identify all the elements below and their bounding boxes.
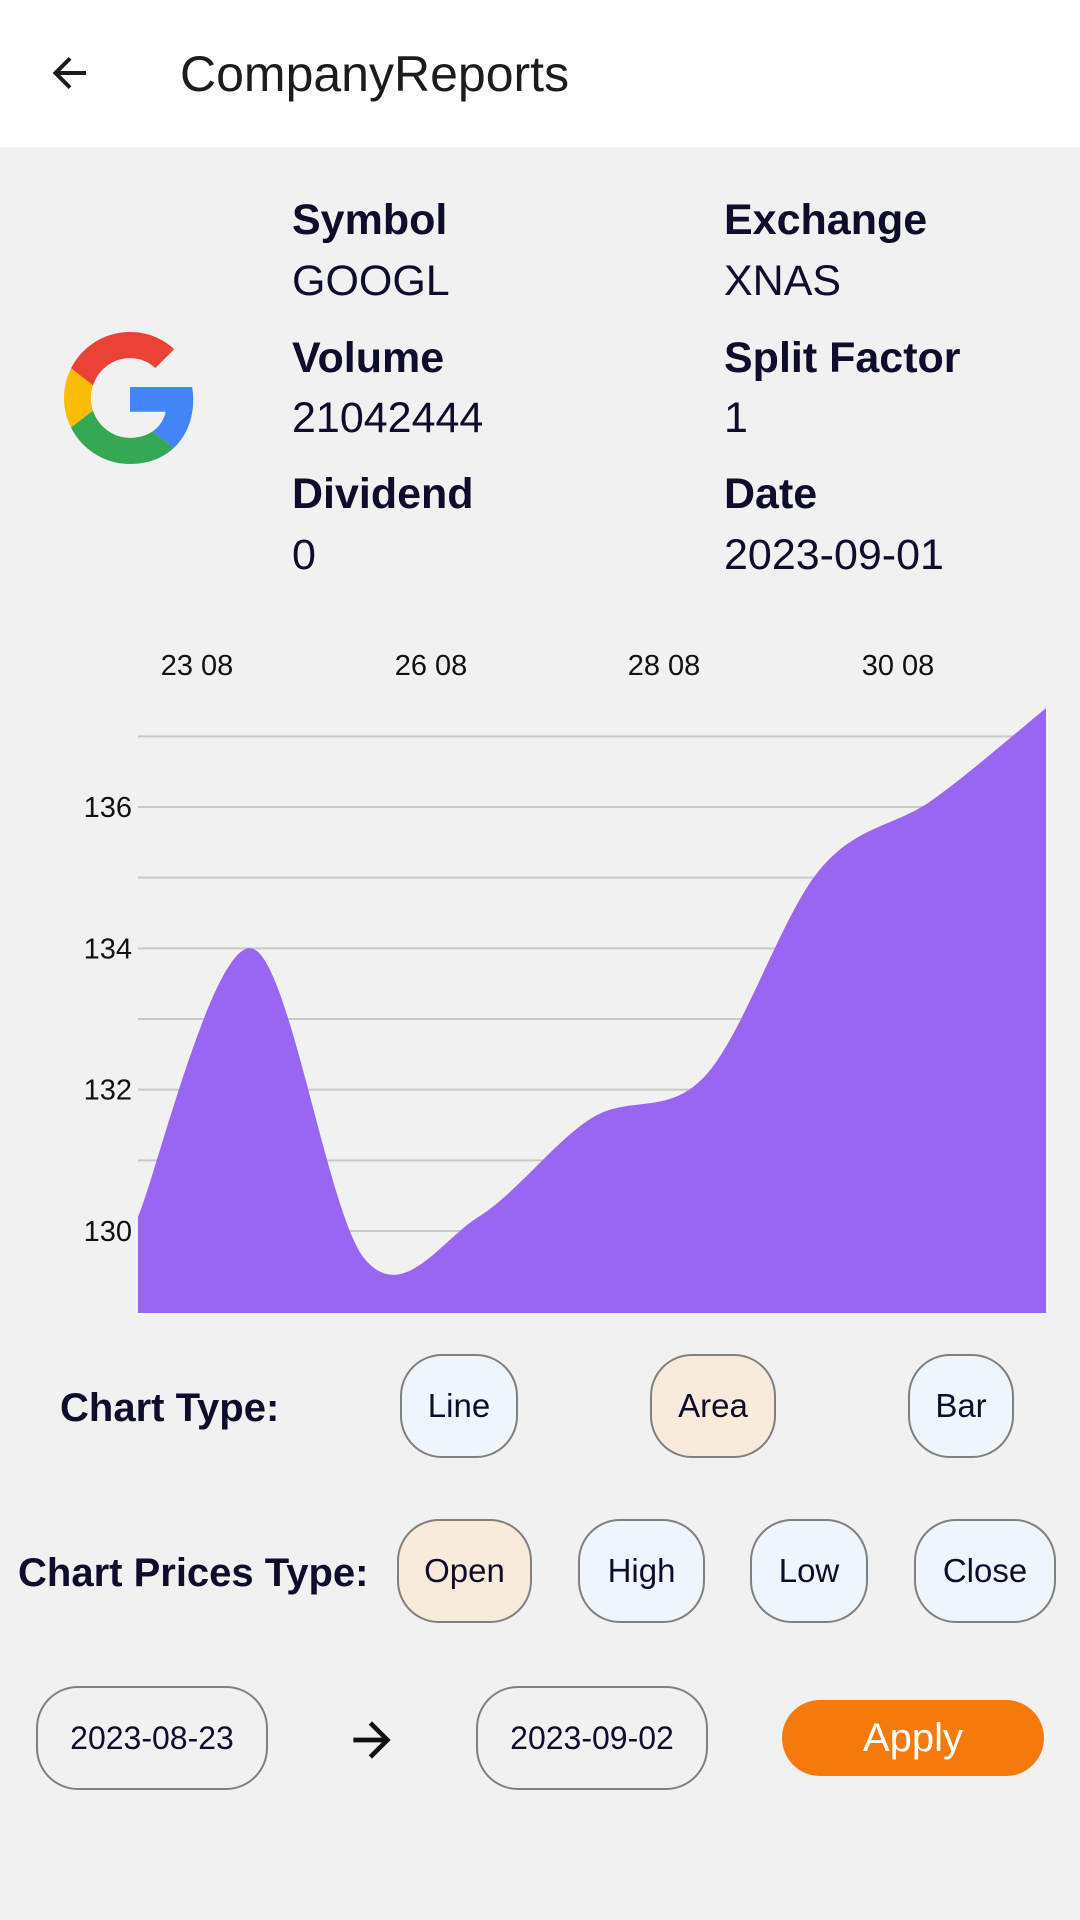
end-date-button[interactable]: 2023-09-02 [476,1686,708,1790]
apply-button[interactable]: Apply [782,1700,1044,1776]
chart-type-label: Chart Type: [60,1386,280,1430]
exchange-label: Exchange [724,196,928,244]
price-area-series [138,708,1046,1313]
dividend-value: 0 [292,531,316,579]
split-factor-label: Split Factor [724,334,961,382]
volume-value: 21042444 [292,394,484,442]
google-logo-icon [64,332,194,464]
back-button[interactable] [30,33,110,113]
chart-prices-type-label: Chart Prices Type: [18,1551,369,1595]
company-logo [64,332,196,464]
price-area-chart: 23 08 26 08 28 08 30 08 130 132 134 136 [84,650,1046,1313]
chart-type-bar-button[interactable]: Bar [908,1354,1014,1458]
arrow-back-icon [52,57,86,89]
start-date-button[interactable]: 2023-08-23 [36,1686,268,1790]
x-axis-ticks: 23 08 26 08 28 08 30 08 [161,650,935,682]
price-type-low-button[interactable]: Low [750,1519,868,1623]
symbol-value: GOOGL [292,257,450,305]
volume-label: Volume [292,334,445,382]
arrow-right-icon [353,1721,391,1759]
app-title: CompanyReports [180,46,570,102]
y-tick-label: 132 [84,1075,132,1107]
date-value: 2023-09-01 [724,531,944,579]
price-type-close-button[interactable]: Close [914,1519,1056,1623]
x-tick-label: 30 08 [862,650,935,682]
y-tick-label: 134 [84,933,132,965]
y-axis-ticks: 130 132 134 136 [84,792,132,1248]
x-tick-label: 23 08 [161,650,234,682]
app-bar: CompanyReports [0,0,1080,147]
price-type-open-button[interactable]: Open [397,1519,532,1623]
date-label: Date [724,470,818,518]
split-factor-value: 1 [724,394,748,442]
dividend-label: Dividend [292,470,474,518]
x-tick-label: 26 08 [395,650,468,682]
y-tick-label: 130 [84,1216,132,1248]
x-tick-label: 28 08 [628,650,701,682]
price-type-high-button[interactable]: High [578,1519,705,1623]
chart-type-line-button[interactable]: Line [400,1354,518,1458]
chart-type-area-button[interactable]: Area [650,1354,776,1458]
symbol-label: Symbol [292,196,448,244]
y-tick-label: 136 [84,792,132,824]
exchange-value: XNAS [724,257,842,305]
